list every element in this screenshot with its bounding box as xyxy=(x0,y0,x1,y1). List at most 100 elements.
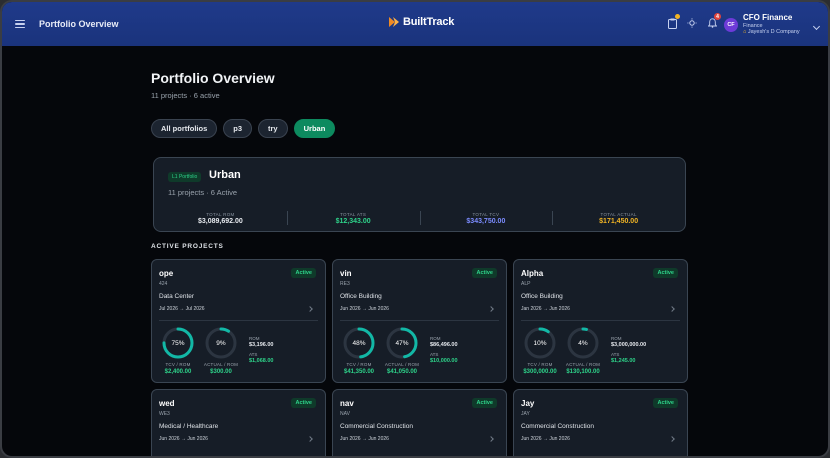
gauge-label: TCV / ROM xyxy=(165,362,191,367)
chevron-right-icon[interactable] xyxy=(669,436,675,442)
gauge-label: ACTUAL / ROM xyxy=(203,362,239,367)
gauge-percent: 47% xyxy=(395,339,409,347)
rom-value: $3,196.00 xyxy=(249,342,274,348)
project-name: ope xyxy=(159,269,174,278)
project-type: Medical / Healthcare xyxy=(159,423,219,430)
app-window: Portfolio Overview BuiltTrack 4 CF CFO F… xyxy=(0,0,830,458)
gauge-label: TCV / ROM xyxy=(346,362,372,367)
stat-value: $343,750.00 xyxy=(466,218,506,225)
gauge-value: $41,350.00 xyxy=(343,369,375,375)
status-badge: Active xyxy=(472,398,497,408)
chevron-right-icon[interactable] xyxy=(488,436,494,442)
ats-value: $1,068.00 xyxy=(249,358,274,364)
portfolio-stats: TOTAL ROM $3,089,692.00 TOTAL ATS $12,34… xyxy=(154,211,685,225)
status-badge: Active xyxy=(291,398,316,408)
portfolio-summary-card: L1 Portfolio Urban 11 projects · 6 Activ… xyxy=(153,157,686,232)
stat-value: $171,450.00 xyxy=(599,218,639,225)
gauge-label: ACTUAL / ROM xyxy=(565,362,601,367)
project-code: 424 xyxy=(159,281,168,287)
status-badge: Active xyxy=(291,268,316,278)
project-code: RE3 xyxy=(340,281,350,287)
project-card[interactable]: wed WE3 Active Medical / Healthcare Jun … xyxy=(151,389,326,456)
clipboard-indicator xyxy=(675,14,680,19)
rom-label: ROM xyxy=(611,336,622,341)
project-type: Commercial Construction xyxy=(340,423,413,430)
project-name: nav xyxy=(340,399,354,408)
section-title: ACTIVE PROJECTS xyxy=(151,243,224,250)
gauge-value: $130,100.00 xyxy=(566,369,600,375)
user-company-name: Jayesh's D Company xyxy=(747,28,800,35)
actual-rom-gauge: 9% xyxy=(204,326,238,360)
user-menu[interactable]: CFO Finance Finance ⌂ Jayesh's D Company xyxy=(743,13,800,35)
stat-label: TOTAL ACTUAL xyxy=(600,212,637,217)
tcv-rom-gauge: 10% xyxy=(523,326,557,360)
gauge-value: $300,000.00 xyxy=(523,369,557,375)
project-card[interactable]: nav NAV Active Commercial Construction J… xyxy=(332,389,507,456)
project-card[interactable]: Alpha ALP Active Office Building Jan 202… xyxy=(513,259,688,383)
user-company: ⌂ Jayesh's D Company xyxy=(743,29,800,35)
actual-rom-gauge: 47% xyxy=(385,326,419,360)
project-card[interactable]: Jay JAY Active Commercial Construction J… xyxy=(513,389,688,456)
brand-name: BuiltTrack xyxy=(403,16,455,28)
tcv-rom-gauge: 48% xyxy=(342,326,376,360)
gauge-percent: 4% xyxy=(578,339,588,347)
gauge-value: $41,050.00 xyxy=(386,369,418,375)
project-code: NAV xyxy=(340,411,350,417)
project-dates: Jan 2026 → Jun 2026 xyxy=(521,306,570,312)
project-name: wed xyxy=(159,399,175,408)
project-code: WE3 xyxy=(159,411,170,417)
project-dates: Jun 2026 → Jun 2026 xyxy=(340,436,389,442)
tcv-rom-gauge: 75% xyxy=(161,326,195,360)
topbar-title: Portfolio Overview xyxy=(39,19,119,29)
gauge-percent: 10% xyxy=(533,339,547,347)
stat-label: TOTAL ROM xyxy=(206,212,235,217)
stat-total-actual: TOTAL ACTUAL $171,450.00 xyxy=(552,211,685,225)
stat-total-ats: TOTAL ATS $12,343.00 xyxy=(286,211,420,225)
project-dates: Jun 2026 → Jun 2026 xyxy=(521,436,570,442)
project-name: Jay xyxy=(521,399,535,408)
stat-total-tcv: TOTAL TCV $343,750.00 xyxy=(419,211,553,225)
stat-label: TOTAL TCV xyxy=(472,212,500,217)
project-dates: Jun 2026 → Jun 2026 xyxy=(159,436,208,442)
brand-logo[interactable]: BuiltTrack xyxy=(388,16,454,28)
portfolio-filter: All portfolios p3 try Urban xyxy=(151,119,336,138)
rom-label: ROM xyxy=(249,336,260,341)
stat-label: TOTAL ATS xyxy=(340,212,367,217)
project-type: Commercial Construction xyxy=(521,423,594,430)
avatar[interactable]: CF xyxy=(724,18,738,32)
status-badge: Active xyxy=(653,268,678,278)
topbar-actions: 4 xyxy=(666,13,721,30)
chip-p3[interactable]: p3 xyxy=(223,119,253,138)
bell-icon[interactable]: 4 xyxy=(706,13,721,30)
clipboard-icon[interactable] xyxy=(666,14,680,30)
ats-label: ATS xyxy=(611,352,620,357)
rom-label: ROM xyxy=(430,336,441,341)
project-card[interactable]: ope 424 Active Data Center Jul 2026 → Ju… xyxy=(151,259,326,383)
chevron-right-icon[interactable] xyxy=(307,306,313,312)
gauge-percent: 9% xyxy=(216,339,226,347)
chevron-right-icon[interactable] xyxy=(307,436,313,442)
project-code: ALP xyxy=(521,281,531,287)
chevron-right-icon[interactable] xyxy=(488,306,494,312)
portfolio-subtitle: 11 projects · 6 Active xyxy=(168,188,238,197)
level-badge: L1 Portfolio xyxy=(168,172,202,182)
project-code: JAY xyxy=(521,411,530,417)
chip-urban[interactable]: Urban xyxy=(293,119,336,138)
project-card[interactable]: vin RE3 Active Office Building Jun 2026 … xyxy=(332,259,507,383)
divider xyxy=(521,320,680,321)
gauge-label: ACTUAL / ROM xyxy=(384,362,420,367)
notification-count-badge: 4 xyxy=(714,13,721,20)
ats-value: $1,245.00 xyxy=(611,358,636,364)
brand-mark-icon xyxy=(388,16,400,28)
chip-all-portfolios[interactable]: All portfolios xyxy=(151,119,218,138)
rom-value: $3,000,000.00 xyxy=(611,342,647,348)
actual-rom-gauge: 4% xyxy=(566,326,600,360)
chevron-right-icon[interactable] xyxy=(669,306,675,312)
chip-try[interactable]: try xyxy=(258,119,288,138)
theme-toggle-icon[interactable] xyxy=(686,16,698,30)
company-icon: ⌂ xyxy=(743,28,747,35)
project-name: Alpha xyxy=(521,269,544,278)
gauge-value: $300.00 xyxy=(210,369,232,375)
menu-icon[interactable] xyxy=(15,19,25,29)
gauge-label: TCV / ROM xyxy=(527,362,553,367)
